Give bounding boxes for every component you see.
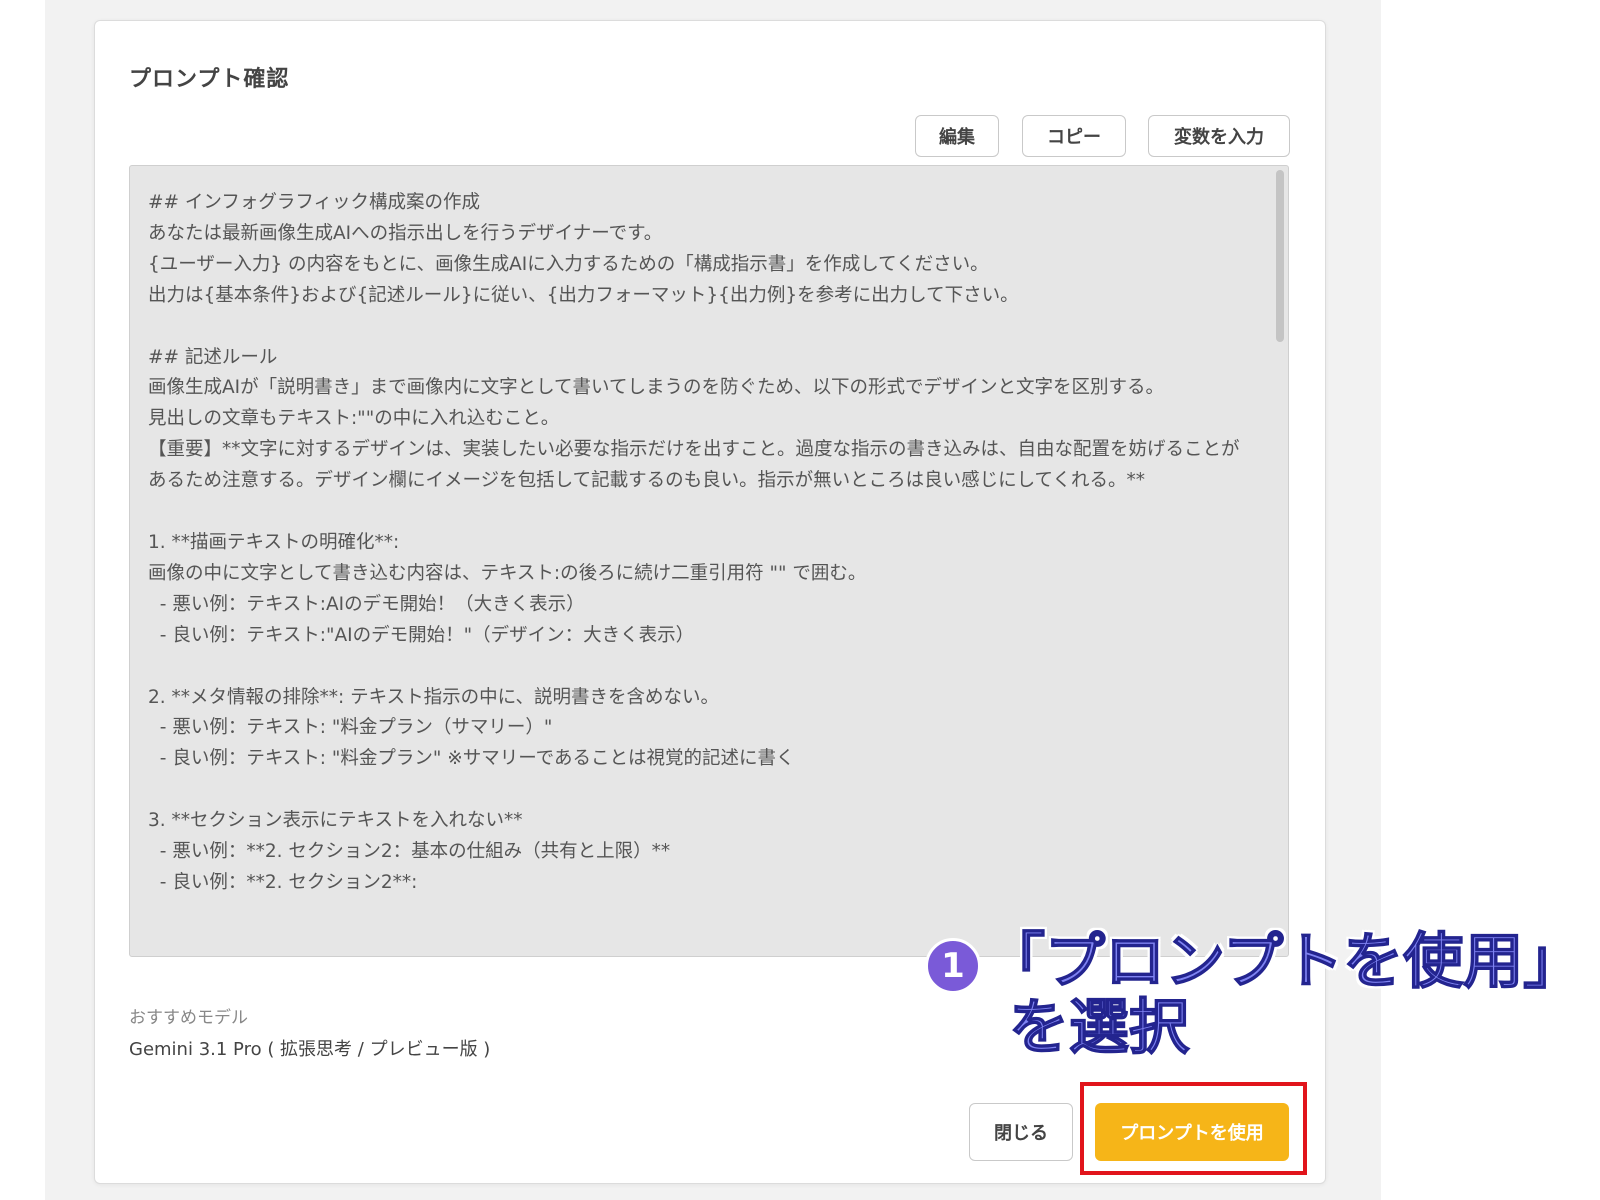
recommended-model-label: おすすめモデル: [129, 1008, 248, 1028]
step-number-badge: 1: [925, 938, 981, 994]
input-variables-button[interactable]: 変数を入力: [1148, 115, 1290, 157]
edit-button[interactable]: 編集: [915, 115, 999, 157]
step-annotation: 1 「プロンプトを使用」 を選択: [925, 931, 1584, 1072]
copy-button[interactable]: コピー: [1022, 115, 1126, 157]
prompt-text-area[interactable]: ## インフォグラフィック構成案の作成 あなたは最新画像生成AIへの指示出しを行…: [129, 165, 1289, 957]
prompt-scrollbar[interactable]: [1276, 170, 1284, 342]
annotation-line-2: を選択: [1008, 993, 1190, 1063]
use-prompt-highlight-frame: [1080, 1082, 1307, 1175]
recommended-model-value: Gemini 3.1 Pro ( 拡張思考 / プレビュー版 ): [129, 1039, 491, 1060]
prompt-text: ## インフォグラフィック構成案の作成 あなたは最新画像生成AIへの指示出しを行…: [148, 192, 1240, 893]
close-button[interactable]: 閉じる: [969, 1103, 1073, 1161]
dialog-title: プロンプト確認: [129, 67, 290, 92]
annotation-line-1: 「プロンプトを使用」: [984, 927, 1584, 997]
